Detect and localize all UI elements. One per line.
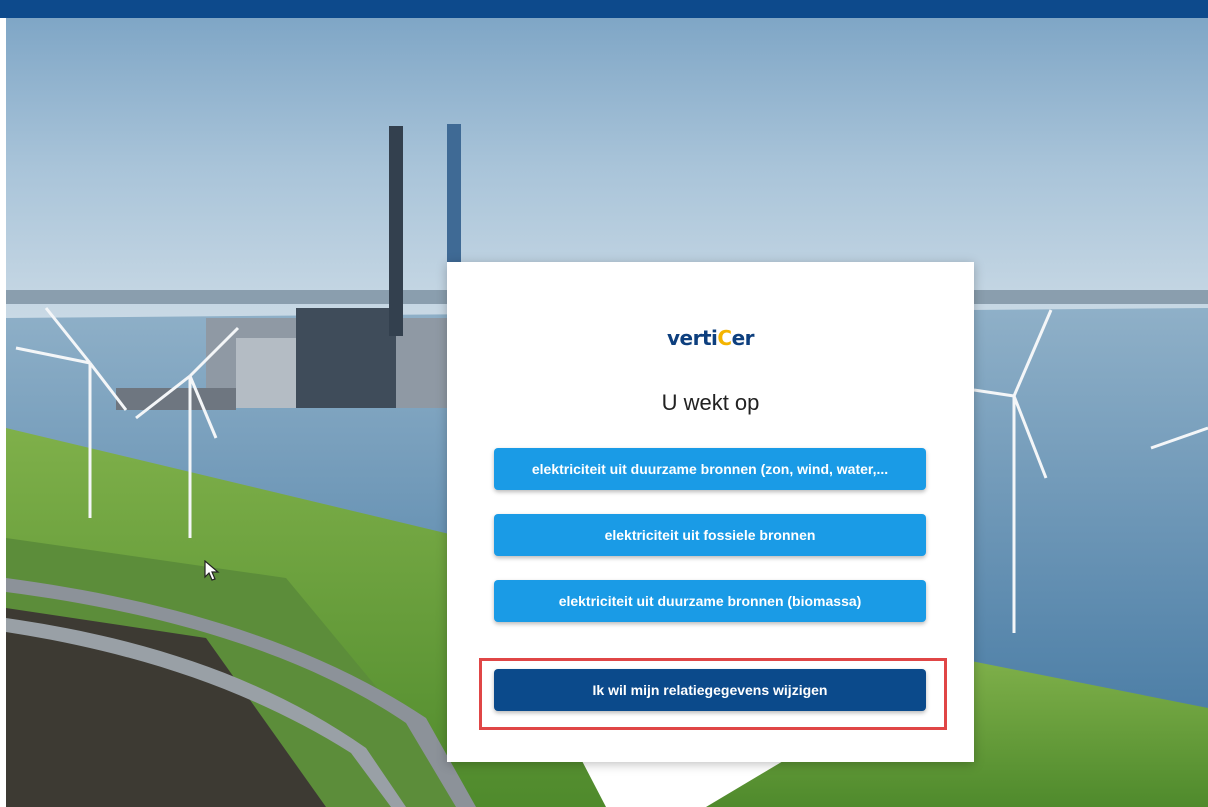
verticer-logo: vertiCer: [666, 326, 755, 350]
option-renewable-electricity-button[interactable]: elektriciteit uit duurzame bronnen (zon,…: [494, 448, 926, 490]
selection-card: vertiCer U wekt op elektriciteit uit duu…: [447, 262, 974, 762]
page-title: U wekt op: [661, 390, 760, 415]
option-fossil-electricity-button[interactable]: elektriciteit uit fossiele bronnen: [494, 514, 926, 556]
option-biomass-electricity-button[interactable]: elektriciteit uit duurzame bronnen (biom…: [494, 580, 926, 622]
change-relation-details-button[interactable]: Ik wil mijn relatiegegevens wijzigen: [494, 669, 926, 711]
mouse-cursor-icon: [204, 559, 220, 587]
top-bar: [0, 0, 1208, 18]
